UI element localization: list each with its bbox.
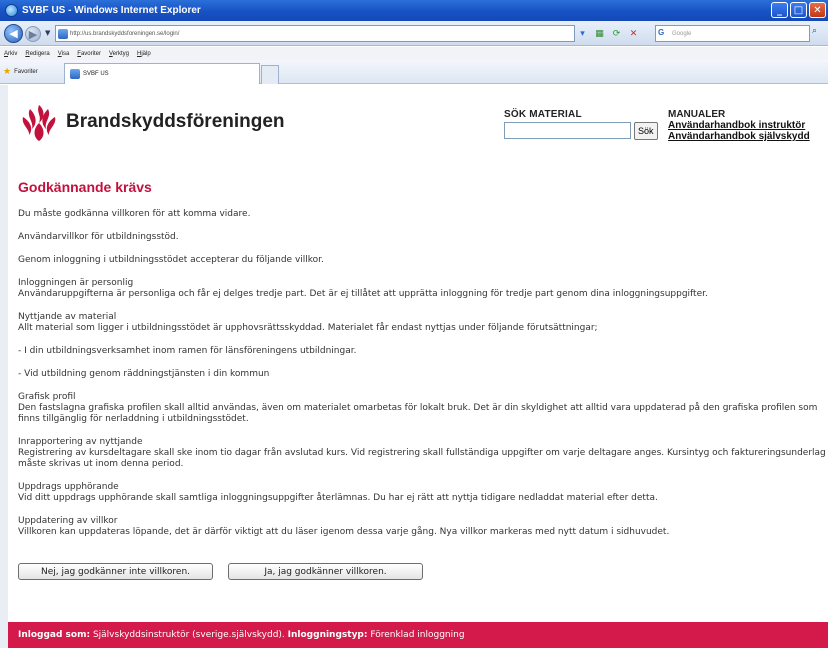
star-icon: ★ [3,66,12,76]
favorites-button[interactable]: ★ Favoriter [3,66,38,77]
section-title: Inloggningen är personlig [18,278,134,288]
window-titlebar: SVBF US - Windows Internet Explorer _ □ … [0,0,828,21]
close-button[interactable]: ✕ [809,2,826,18]
menu-verktyg[interactable]: Verktyg [109,51,129,57]
window-title: SVBF US - Windows Internet Explorer [22,5,201,16]
browser-tab[interactable]: SVBF US [64,63,260,84]
section-reporting: Inrapportering av nyttjande Registrering… [18,437,826,470]
section-material-usage: Nyttjande av material Allt material som … [18,312,826,334]
search-engine-input[interactable]: G Google [655,25,810,42]
section-title: Uppdatering av villkor [18,516,118,526]
terms-title: Användarvillkor för utbildningsstöd. [18,232,179,242]
section-termination: Uppdrags upphörande Vid ditt uppdrags up… [18,482,826,504]
search-icon[interactable]: ⌕ [812,26,817,36]
history-dropdown-icon[interactable]: ▼ [45,29,50,37]
compatibility-icon[interactable]: ▦ [592,26,607,41]
search-button[interactable]: Sök [634,122,658,140]
login-type-value: Förenklad inloggning [370,630,465,640]
section-text: Allt material som ligger i utbildningsst… [18,323,598,333]
terms-lead: Genom inloggning i utbildningsstödet acc… [18,255,324,265]
address-input[interactable]: http://us.brandskyddsforeningen.se/login… [55,25,575,42]
forward-button[interactable]: ▶ [25,26,41,42]
search-engine-placeholder: Google [672,30,692,37]
section-graphic-profile: Grafisk profil Den fastslagna grafiska p… [18,392,826,425]
window-controls: _ □ ✕ [771,2,826,18]
section-updates: Uppdatering av villkor Villkoren kan upp… [18,516,826,538]
refresh-icon[interactable]: ⟳ [609,26,624,41]
menu-redigera[interactable]: Redigera [25,51,49,57]
minimize-button[interactable]: _ [771,2,788,18]
accept-button[interactable]: Ja, jag godkänner villkoren. [228,563,423,580]
favorites-bar: ★ Favoriter SVBF US [0,60,828,84]
terms-content: Du måste godkänna villkoren för att komm… [18,209,826,538]
menu-visa[interactable]: Visa [58,51,70,57]
decision-buttons: Nej, jag godkänner inte villkoren. Ja, j… [18,563,423,580]
intro-text: Du måste godkänna villkoren för att komm… [18,209,251,219]
menu-favoriter[interactable]: Favoriter [77,51,101,57]
condition-item: - Vid utbildning genom räddningstjänsten… [18,369,270,379]
google-icon: G [658,28,665,37]
tab-title: SVBF US [83,71,109,77]
decline-button[interactable]: Nej, jag godkänner inte villkoren. [18,563,213,580]
section-text: Den fastslagna grafiska profilen skall a… [18,403,818,424]
brand-name: Brandskyddsföreningen [66,111,285,132]
address-tools: ▾ ▦ ⟳ ✕ [575,25,641,42]
page-content: Brandskyddsföreningen SÖK MATERIAL Sök M… [0,85,828,648]
section-text: Registrering av kursdeltagare skall ske … [18,448,826,469]
section-personal-login: Inloggningen är personlig Användaruppgif… [18,278,826,300]
manual-link-instructor[interactable]: Användarhandbok instruktör [668,120,810,131]
logo[interactable]: Brandskyddsföreningen [18,101,285,143]
menu-bar: Arkiv Redigera Visa Favoriter Verktyg Hj… [0,47,828,60]
menu-arkiv[interactable]: Arkiv [4,51,17,57]
manual-link-selfprotection[interactable]: Användarhandbok självskydd [668,131,810,142]
search-title: SÖK MATERIAL [504,109,582,120]
search-row: Sök [504,122,658,140]
section-title: Inrapportering av nyttjande [18,437,143,447]
maximize-button[interactable]: □ [790,2,807,18]
stop-icon[interactable]: ✕ [626,26,641,41]
ie-icon [5,4,18,17]
section-title: Grafisk profil [18,392,76,402]
page-icon [58,29,68,39]
flame-logo-icon [22,105,56,141]
favorites-label: Favoriter [14,68,38,75]
section-text: Användaruppgifterna är personliga och få… [18,289,708,299]
condition-item: - I din utbildningsverksamhet inom ramen… [18,346,357,356]
section-title: Uppdrags upphörande [18,482,119,492]
back-button[interactable]: ◀ [4,24,23,43]
status-footer: Inloggad som: Självskyddsinstruktör (sve… [8,622,828,648]
section-title: Nyttjande av material [18,312,117,322]
address-text: http://us.brandskyddsforeningen.se/login… [70,30,180,37]
go-dropdown-icon[interactable]: ▾ [575,26,590,41]
login-type-label: Inloggningstyp: [287,630,368,640]
manuals-title: MANUALER [668,109,726,120]
material-search: SÖK MATERIAL Sök [504,109,658,140]
manuals-block: MANUALER Användarhandbok instruktör Anvä… [668,109,810,142]
address-toolbar: ◀ ▶ ▼ http://us.brandskyddsforeningen.se… [0,21,828,46]
logged-in-label: Inloggad som: [18,630,91,640]
new-tab-button[interactable] [261,65,279,84]
menu-hjalp[interactable]: Hjälp [137,51,151,57]
section-text: Villkoren kan uppdateras löpande, det är… [18,527,670,537]
page-heading: Godkännande krävs [18,179,152,195]
section-text: Vid ditt uppdrags upphörande skall samtl… [18,493,658,503]
tab-page-icon [70,69,80,79]
logged-in-value: Självskyddsinstruktör (sverige.självskyd… [92,630,285,640]
material-search-input[interactable] [504,122,631,139]
